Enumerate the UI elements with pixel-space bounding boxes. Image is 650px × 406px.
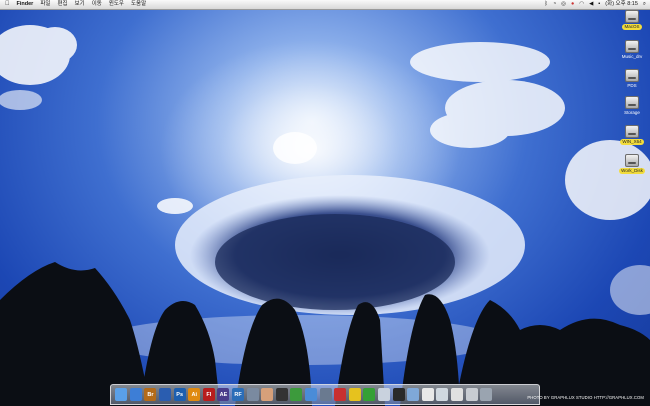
desktop-drive-icon[interactable]: Storage: [617, 96, 647, 116]
dock-flash-icon[interactable]: Fl: [202, 388, 215, 401]
bluetooth-icon[interactable]: ᛒ: [545, 0, 548, 9]
desktop-drive-icon[interactable]: Music_drv: [617, 40, 647, 60]
menu-view[interactable]: 보기: [75, 0, 85, 9]
menu-file[interactable]: 파일: [40, 0, 50, 9]
dock-photoshop-icon[interactable]: Ps: [173, 388, 186, 401]
volume-icon[interactable]: ◀: [589, 0, 593, 9]
hard-drive-icon: [625, 40, 639, 53]
wifi-icon[interactable]: ◠: [579, 0, 584, 9]
dock-itunes-icon[interactable]: [305, 388, 318, 401]
dock-trash-icon[interactable]: [480, 388, 493, 401]
photo-credit: PHOTO BY GRAPHLUX STUDIO HTTP://GRAPHLUX…: [527, 395, 644, 400]
dock-folder-2-icon[interactable]: [407, 388, 420, 401]
dock-app-red-icon[interactable]: [334, 388, 347, 401]
menu-go[interactable]: 이동: [92, 0, 102, 9]
dock-finder-icon[interactable]: [115, 388, 128, 401]
dock-app-yellow-icon[interactable]: [348, 388, 361, 401]
desktop-drive-icon[interactable]: PDS: [617, 69, 647, 89]
hard-drive-icon: [625, 154, 639, 167]
dock-bridge-icon[interactable]: Br: [144, 388, 157, 401]
dock-folder-1-icon[interactable]: [377, 388, 390, 401]
dock-illustrator-icon[interactable]: Ai: [188, 388, 201, 401]
dock-iphoto-icon[interactable]: [319, 388, 332, 401]
drive-label: WIN_X64: [620, 139, 644, 145]
wallpaper: [0, 25, 650, 406]
record-icon[interactable]: ●: [571, 0, 574, 9]
dock-preview-icon[interactable]: [246, 388, 259, 401]
apple-icon[interactable]: : [5, 0, 10, 9]
dock-rename-icon[interactable]: RF: [232, 388, 245, 401]
drive-label: MacOS: [622, 24, 642, 30]
menu-bar:  Finder 파일 편집 보기 이동 윈도우 도움말 ᛒ ◔ ◎ ● ◠ ◀…: [0, 0, 650, 10]
menu-window[interactable]: 윈도우: [109, 0, 124, 9]
desktop-drive-icon[interactable]: Work_Disk: [617, 154, 647, 174]
dock-safari-icon[interactable]: [129, 388, 142, 401]
dock-utorrent-icon[interactable]: [363, 388, 376, 401]
dock-document-3-icon[interactable]: [450, 388, 463, 401]
hard-drive-icon: [625, 69, 639, 82]
clock[interactable]: (화) 오후 8:15: [605, 0, 638, 9]
dock-after-effects-icon[interactable]: AE: [217, 388, 230, 401]
desktop-drive-icon[interactable]: WIN_X64: [617, 125, 647, 145]
dock-document-2-icon[interactable]: [436, 388, 449, 401]
menu-help[interactable]: 도움말: [131, 0, 146, 9]
dock-document-4-icon[interactable]: [465, 388, 478, 401]
drive-label: Music_drv: [621, 54, 643, 59]
flag-icon[interactable]: ▪: [598, 0, 600, 9]
hard-drive-icon: [625, 96, 639, 109]
drive-label: PDS: [627, 83, 637, 88]
desktop-drive-icon[interactable]: MacOS: [617, 10, 647, 30]
hard-drive-icon: [625, 10, 639, 23]
dock-hand-icon[interactable]: [261, 388, 274, 401]
dock-dvd-icon[interactable]: [275, 388, 288, 401]
dock: Br Ps Ai Fl AE RF: [110, 384, 540, 405]
status-area: ᛒ ◔ ◎ ● ◠ ◀ ▪ (화) 오후 8:15 ⌕: [540, 0, 646, 9]
spotlight-search-icon[interactable]: ⌕: [643, 0, 646, 9]
menu-app-finder[interactable]: Finder: [17, 0, 34, 9]
dock-firefox-icon[interactable]: [159, 388, 172, 401]
dock-messenger-icon[interactable]: [290, 388, 303, 401]
hard-drive-icon: [625, 125, 639, 138]
desktop[interactable]:  Finder 파일 편집 보기 이동 윈도우 도움말 ᛒ ◔ ◎ ● ◠ ◀…: [0, 0, 650, 406]
menu-edit[interactable]: 편집: [57, 0, 67, 9]
dock-document-1-icon[interactable]: [421, 388, 434, 401]
sync-icon[interactable]: ◎: [561, 0, 566, 9]
drive-label: Storage: [624, 110, 640, 115]
dock-terminal-icon[interactable]: [392, 388, 405, 401]
time-machine-icon[interactable]: ◔: [553, 0, 556, 9]
drive-label: Work_Disk: [619, 168, 645, 174]
